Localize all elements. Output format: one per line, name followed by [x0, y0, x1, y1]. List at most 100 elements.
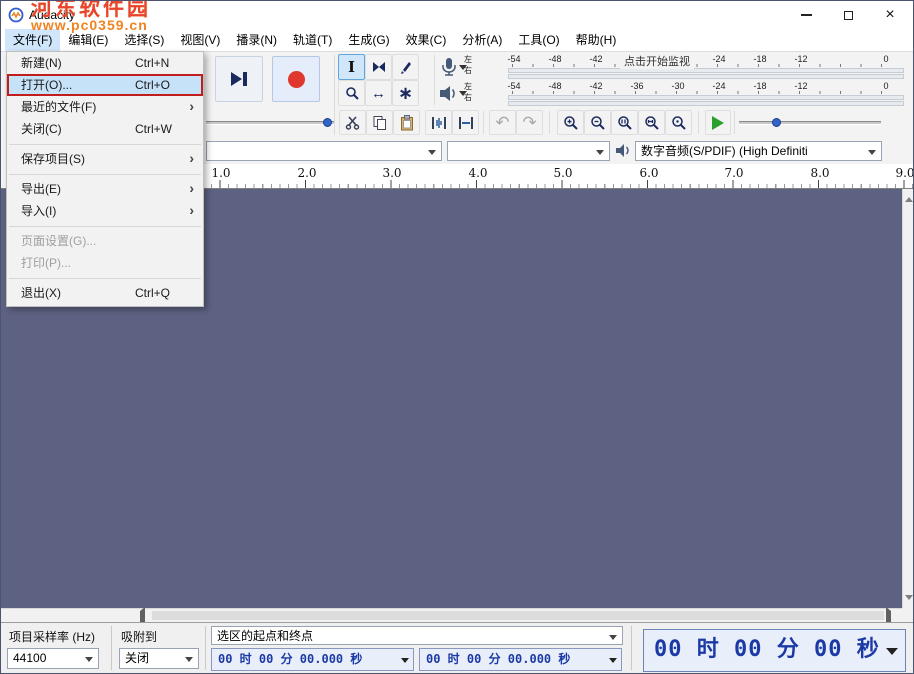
project-rate-value: 44100 — [13, 649, 82, 667]
meter-scale-label: -54 — [507, 81, 520, 91]
undo-button[interactable]: ↶ — [489, 110, 516, 135]
draw-tool-button[interactable] — [392, 54, 419, 80]
meter-bar — [508, 95, 904, 100]
menu-item-import[interactable]: 导入(I) › — [7, 200, 203, 222]
meter-scale-label: -12 — [794, 54, 807, 64]
copy-button[interactable] — [366, 110, 393, 135]
menu-tools[interactable]: 工具(O) — [510, 29, 567, 51]
menu-item-recent-files[interactable]: 最近的文件(F) › — [7, 96, 203, 118]
meter-scale-label: -18 — [753, 54, 766, 64]
volume-slider-track[interactable] — [206, 121, 334, 125]
meter-scale-label: 0 — [883, 54, 888, 64]
menu-analyze[interactable]: 分析(A) — [454, 29, 510, 51]
audio-position-value: 00 时 00 分 00 秒 — [654, 637, 880, 662]
recording-device-select[interactable] — [447, 141, 610, 161]
horizontal-scrollbar[interactable] — [1, 608, 902, 622]
zoom-selection-button[interactable] — [611, 110, 638, 135]
menu-item-save-project[interactable]: 保存项目(S) › — [7, 148, 203, 170]
zoom-in-button[interactable] — [557, 110, 584, 135]
close-button[interactable]: × — [869, 1, 911, 29]
audio-position-field[interactable]: 00 时 00 分 00 秒 — [643, 629, 906, 672]
play-speed-slider-track[interactable] — [739, 121, 881, 125]
audacity-window: Audacity × 河东软件园 www.pc0359.cn 文件(F) 编辑(… — [0, 0, 914, 674]
selection-toolbar: 项目采样率 (Hz) 44100 吸附到 关闭 选区的起点和终点 00 时 00… — [1, 622, 913, 674]
recording-meter[interactable]: 左 右 -54 -48 -42 -36 -30 -24 -18 -12 0 点击… — [462, 55, 906, 79]
redo-button[interactable]: ↷ — [516, 110, 543, 135]
menu-item-exit[interactable]: 退出(X) Ctrl+Q — [7, 282, 203, 304]
silence-audio-button[interactable] — [452, 110, 479, 135]
menu-item-label: 退出(X) — [21, 282, 61, 304]
zoom-out-button[interactable] — [584, 110, 611, 135]
menu-transport[interactable]: 播录(N) — [228, 29, 285, 51]
play-speed-slider-thumb[interactable] — [772, 118, 781, 127]
hscroll-thumb[interactable] — [152, 611, 884, 620]
play-meter-device[interactable] — [438, 85, 460, 108]
ruler-label: 8.0 — [810, 166, 829, 180]
scroll-left-button[interactable] — [136, 611, 150, 621]
snap-to-label: 吸附到 — [121, 628, 157, 645]
zoom-toggle-button[interactable] — [665, 110, 692, 135]
selection-mode-select[interactable]: 选区的起点和终点 — [211, 626, 623, 645]
redo-icon: ↷ — [522, 114, 536, 131]
ruler-label: 3.0 — [382, 166, 401, 180]
time-shift-tool-button[interactable]: ↔ — [365, 80, 392, 106]
scroll-right-button[interactable] — [886, 611, 900, 621]
minimize-button[interactable] — [785, 1, 827, 29]
ruler-label: 7.0 — [724, 166, 743, 180]
zoom-in-icon — [563, 115, 579, 131]
menu-bar: 文件(F) 编辑(E) 选择(S) 视图(V) 播录(N) 轨道(T) 生成(G… — [1, 29, 913, 51]
monitor-hint-text[interactable]: 点击开始监视 — [620, 53, 694, 69]
divider — [734, 111, 735, 134]
envelope-tool-button[interactable] — [365, 54, 392, 80]
selection-start-value: 00 时 00 分 00.000 秒 — [218, 652, 362, 666]
meter-scale-label: -30 — [671, 81, 684, 91]
meter-scale-label: -42 — [589, 81, 602, 91]
menu-item-label: 打开(O)... — [21, 76, 72, 94]
menu-item-new[interactable]: 新建(N) Ctrl+N — [7, 52, 203, 74]
menu-tracks[interactable]: 轨道(T) — [285, 29, 340, 51]
menu-separator — [9, 174, 201, 175]
menu-view[interactable]: 视图(V) — [172, 29, 228, 51]
menu-item-export[interactable]: 导出(E) › — [7, 178, 203, 200]
timeline-ruler[interactable] — [132, 164, 913, 189]
play-at-speed-button[interactable] — [705, 110, 731, 135]
selection-start-field[interactable]: 00 时 00 分 00.000 秒 — [211, 648, 414, 671]
menu-separator — [9, 144, 201, 145]
record-meter-device[interactable] — [438, 57, 460, 83]
time-shift-icon: ↔ — [371, 85, 386, 102]
volume-slider-thumb[interactable] — [323, 118, 332, 127]
menu-item-page-setup[interactable]: 页面设置(G)... — [7, 230, 203, 252]
menu-select[interactable]: 选择(S) — [116, 29, 172, 51]
multi-tool-button[interactable]: ∗ — [392, 80, 419, 106]
paste-button[interactable] — [393, 110, 420, 135]
menu-help[interactable]: 帮助(H) — [568, 29, 625, 51]
zoom-tool-button[interactable] — [338, 80, 365, 106]
envelope-icon — [372, 60, 386, 74]
vertical-scrollbar[interactable] — [902, 189, 914, 608]
selection-end-field[interactable]: 00 时 00 分 00.000 秒 — [419, 648, 622, 671]
divider — [205, 626, 206, 670]
cut-button[interactable] — [339, 110, 366, 135]
record-button[interactable] — [272, 56, 320, 102]
menu-effect[interactable]: 效果(C) — [398, 29, 455, 51]
zoom-fit-project-button[interactable] — [638, 110, 665, 135]
audio-host-select[interactable] — [206, 141, 442, 161]
skip-to-end-button[interactable] — [215, 56, 263, 102]
menu-item-print[interactable]: 打印(P)... — [7, 252, 203, 274]
menu-item-open[interactable]: 打开(O)... Ctrl+O — [7, 74, 203, 96]
playback-meter[interactable]: 左 右 -54 -48 -42 -36 -30 -24 -18 -12 0 — [462, 82, 906, 106]
project-rate-select[interactable]: 44100 — [7, 648, 99, 669]
menu-item-label: 保存项目(S) — [21, 148, 85, 170]
menu-generate[interactable]: 生成(G) — [340, 29, 397, 51]
selection-tool-button[interactable]: I — [338, 54, 365, 80]
trim-audio-button[interactable] — [425, 110, 452, 135]
snap-to-select[interactable]: 关闭 — [119, 648, 199, 669]
menu-item-close[interactable]: 关闭(C) Ctrl+W — [7, 118, 203, 140]
menu-file[interactable]: 文件(F) — [5, 29, 60, 51]
maximize-button[interactable] — [827, 1, 869, 29]
silence-icon — [458, 116, 474, 130]
project-rate-label: 项目采样率 (Hz) — [9, 628, 95, 645]
close-icon: × — [885, 7, 894, 23]
playback-device-select[interactable]: 数字音频(S/PDIF) (High Definiti — [635, 141, 882, 161]
menu-edit[interactable]: 编辑(E) — [60, 29, 116, 51]
